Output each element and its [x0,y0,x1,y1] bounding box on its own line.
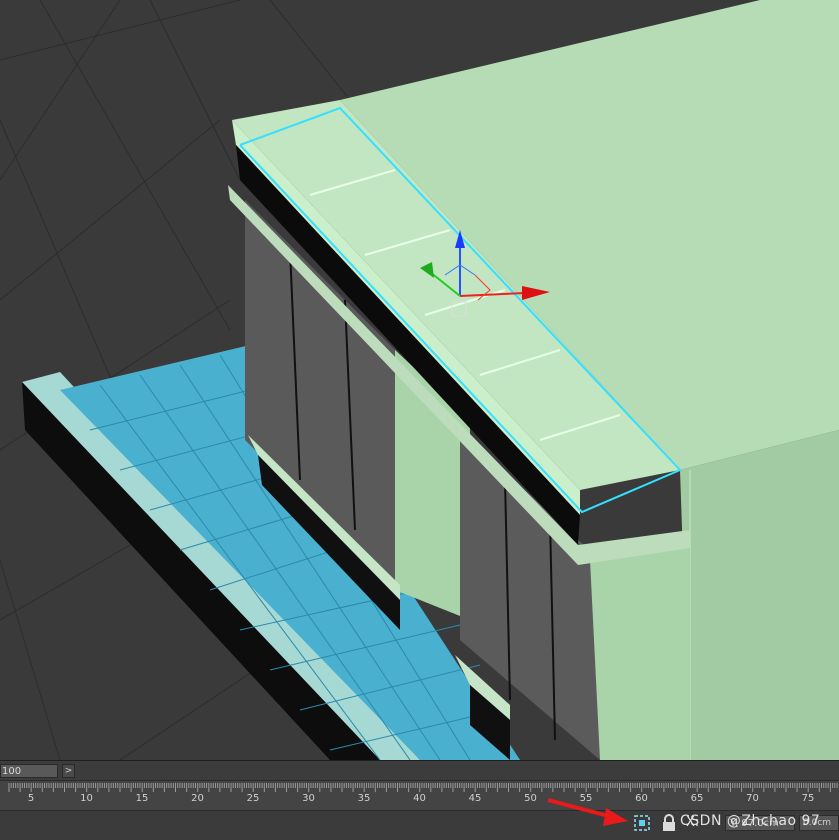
ruler-tick-label: 10 [80,793,93,804]
ruler-tick-label: 55 [579,793,593,804]
ruler-tick-label: 50 [524,793,537,804]
lock-icon[interactable] [662,814,676,832]
track-bar-ruler[interactable]: 5101520253035404550556065707580 [0,780,839,811]
time-slider-bar[interactable]: 100 > [0,760,839,781]
ruler-tick-label: 75 [801,793,815,804]
ruler-tick-label: 40 [413,793,426,804]
selection-lock-icon[interactable] [634,815,650,831]
scene-render [0,0,839,760]
ruler-tick-label: 60 [635,793,648,804]
ruler-tick-label: 5 [27,793,35,804]
ruler-tick-label: 15 [135,793,149,804]
watermark-text: CSDN @Zhchao 97 [680,813,821,829]
ruler-tick-label: 20 [191,793,204,804]
ruler-tick-label: 70 [746,793,759,804]
3d-viewport[interactable] [0,0,839,760]
ruler-tick-label: 65 [690,793,704,804]
ruler-tick-label: 30 [302,793,315,804]
ruler-tick-label: 35 [357,793,371,804]
next-frame-button[interactable]: > [62,764,75,778]
ruler-tick-label: 25 [246,793,260,804]
status-bar: Y: 97.0cm 0.0cm X: CSDN @Zhchao 97 [0,810,839,840]
frame-counter-field[interactable]: 100 [0,764,58,778]
ruler-tick-label: 45 [468,793,482,804]
storefront-side [590,530,690,760]
building-wall [680,430,839,760]
